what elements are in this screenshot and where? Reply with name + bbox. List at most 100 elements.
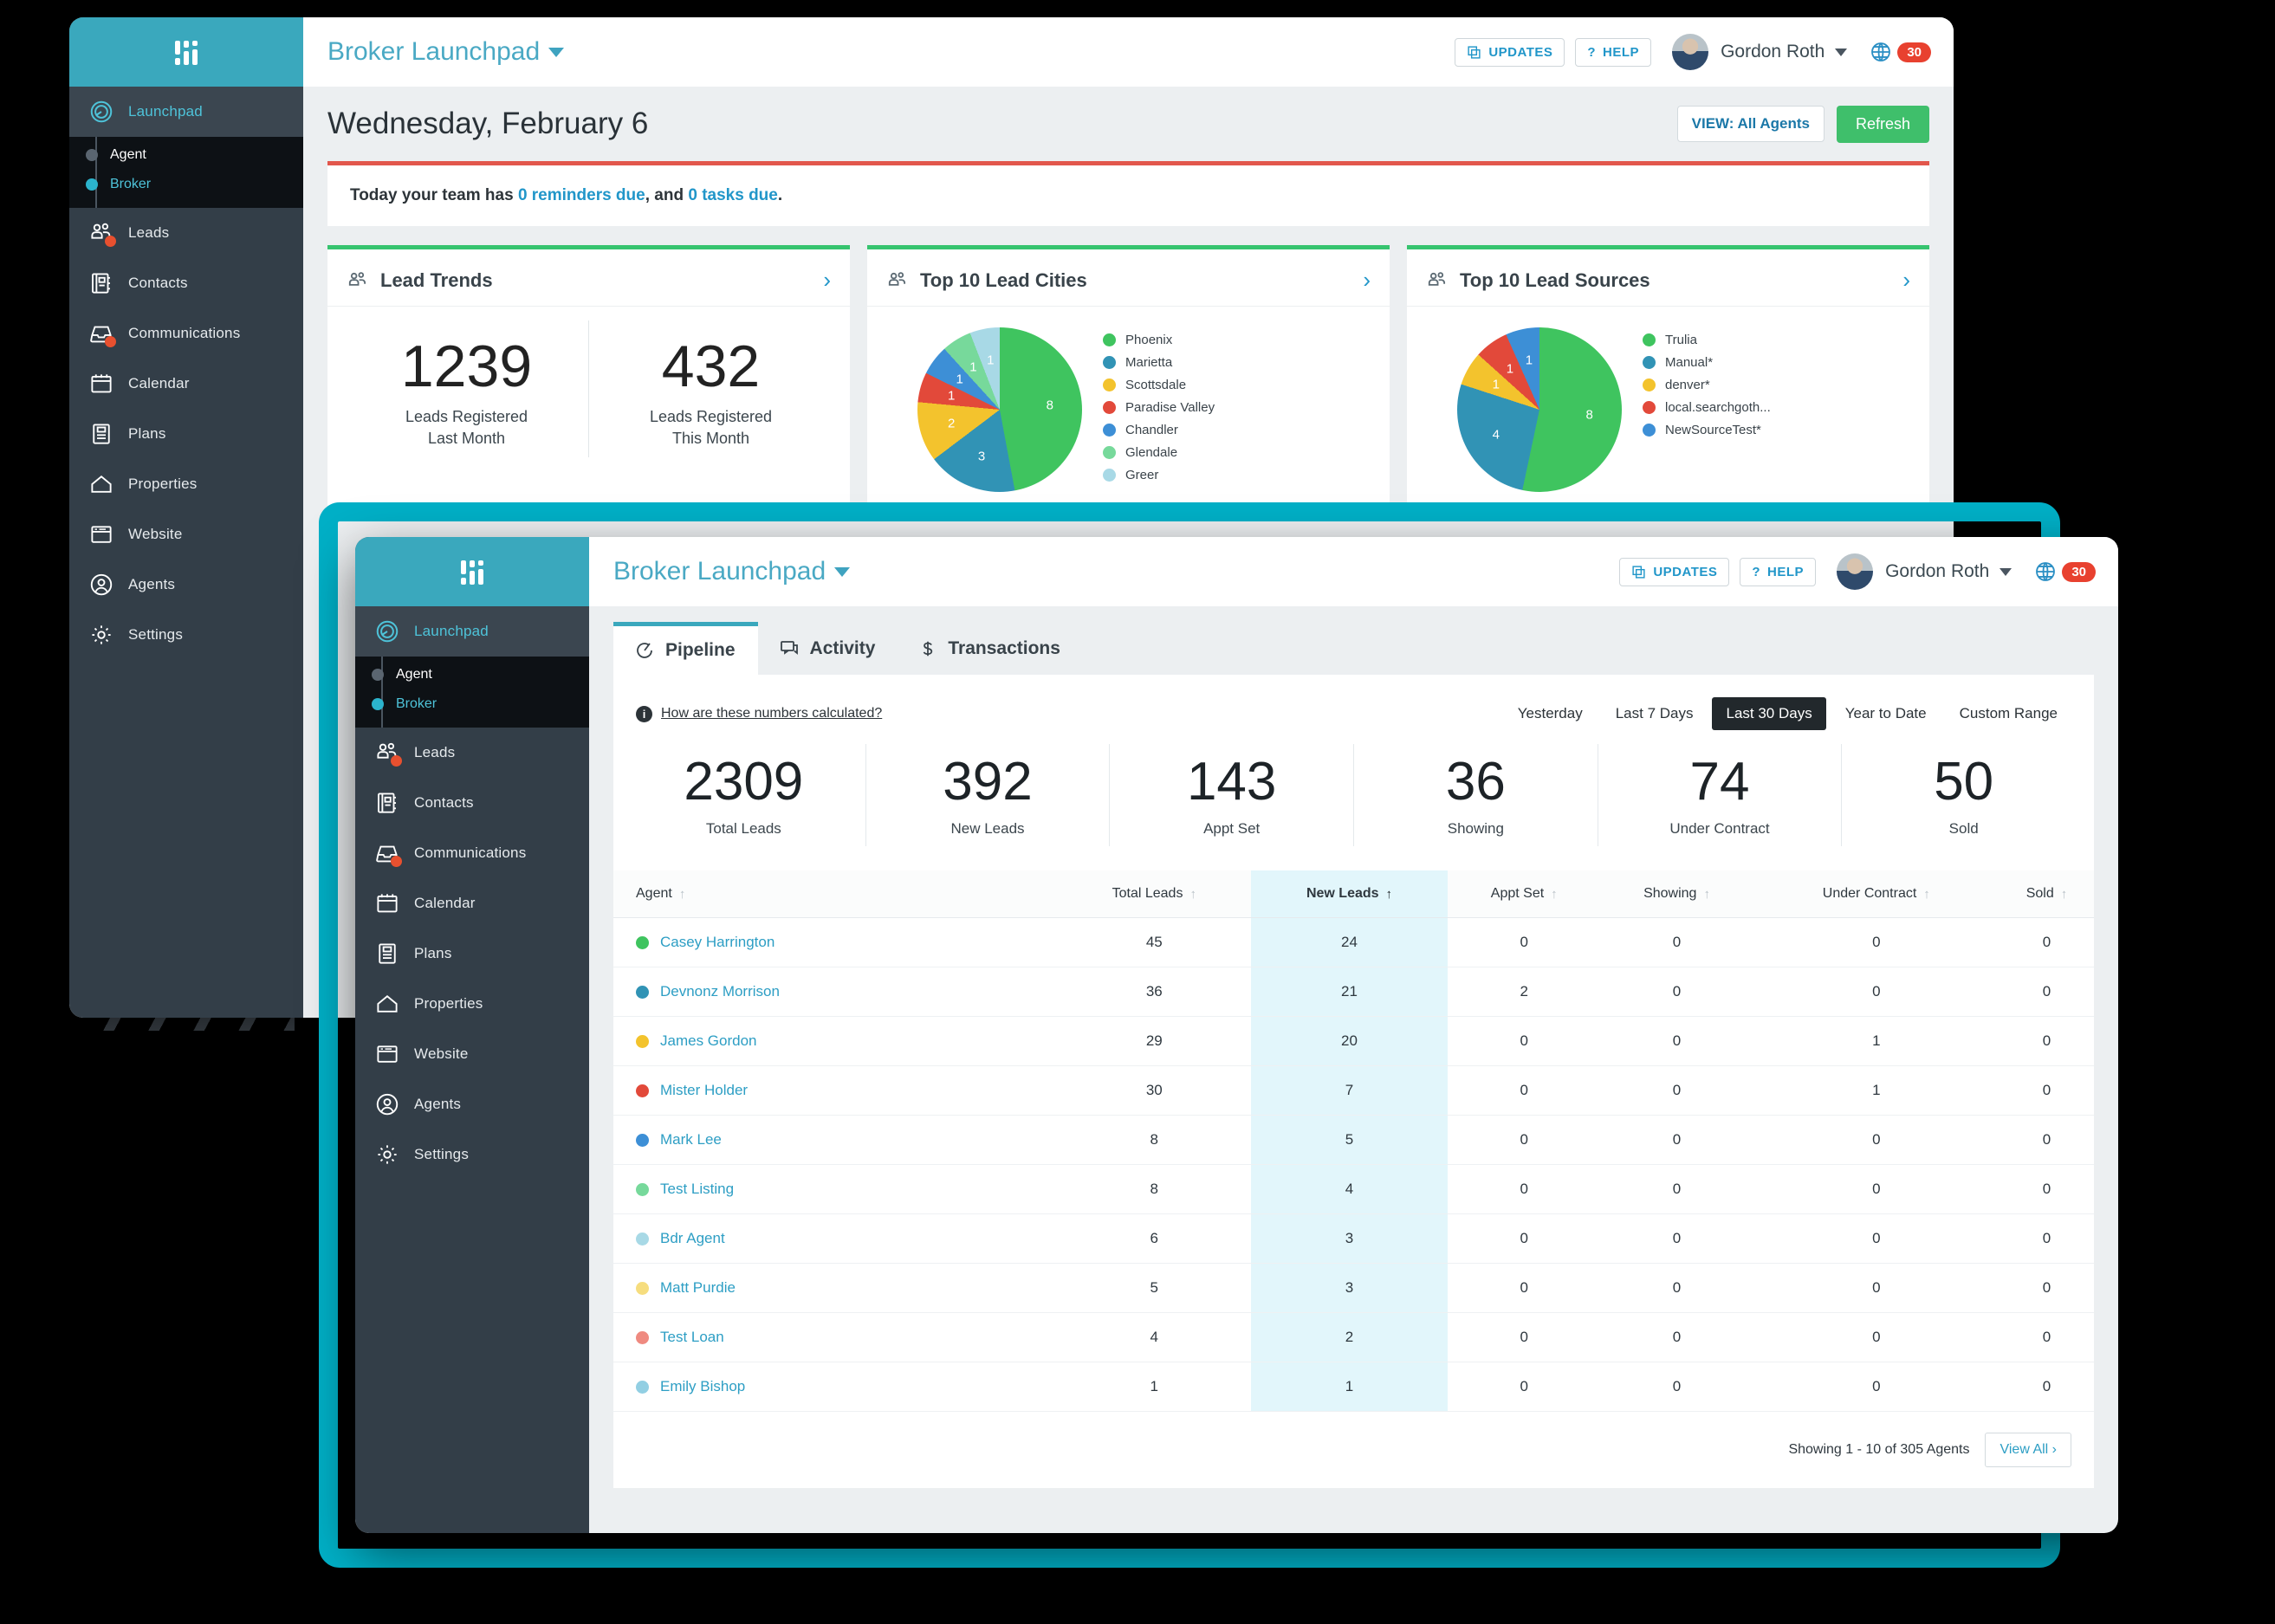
- view-all-button[interactable]: View All ›: [1985, 1433, 2071, 1468]
- agent-name-link[interactable]: Devnonz Morrison: [660, 983, 780, 1000]
- app-title[interactable]: Broker Launchpad: [327, 37, 540, 67]
- sidebar-item-settings[interactable]: Settings: [69, 610, 303, 660]
- sidebar-item-communications[interactable]: Communications: [355, 828, 589, 878]
- legend-item[interactable]: Manual*: [1643, 355, 1771, 370]
- legend-item[interactable]: Paradise Valley: [1103, 400, 1215, 415]
- legend-item[interactable]: NewSourceTest*: [1643, 423, 1771, 437]
- chevron-down-icon[interactable]: [548, 47, 565, 57]
- chevron-down-icon[interactable]: [1835, 48, 1848, 56]
- avatar[interactable]: [1837, 553, 1874, 590]
- updates-button[interactable]: UPDATES: [1619, 557, 1730, 586]
- column-header-sold[interactable]: Sold ↑: [1999, 870, 2094, 919]
- updates-button[interactable]: UPDATES: [1455, 37, 1565, 67]
- column-header-showing[interactable]: Showing ↑: [1600, 870, 1753, 919]
- sidebar-subitem-broker[interactable]: Broker: [69, 170, 303, 199]
- agent-name-link[interactable]: Test Listing: [660, 1181, 734, 1198]
- legend-item[interactable]: Phoenix: [1103, 333, 1215, 347]
- table-row[interactable]: James Gordon 29 20 0 0 1 0: [613, 1016, 2094, 1067]
- refresh-button[interactable]: Refresh: [1836, 105, 1929, 143]
- legend-item[interactable]: Greer: [1103, 468, 1215, 482]
- sidebar-subitem-agent[interactable]: Agent: [69, 140, 303, 170]
- agent-name-link[interactable]: Test Loan: [660, 1329, 724, 1346]
- sidebar-item-agents[interactable]: Agents: [69, 560, 303, 610]
- sidebar-item-contacts[interactable]: Contacts: [69, 258, 303, 308]
- legend-item[interactable]: Scottsdale: [1103, 378, 1215, 392]
- globe-icon[interactable]: [2034, 560, 2057, 583]
- table-row[interactable]: Devnonz Morrison 36 21 2 0 0 0: [613, 967, 2094, 1018]
- chevron-down-icon[interactable]: [2000, 567, 2012, 576]
- agent-name-link[interactable]: James Gordon: [660, 1032, 757, 1050]
- range-last-7-days[interactable]: Last 7 Days: [1602, 697, 1708, 730]
- app-title[interactable]: Broker Launchpad: [613, 557, 826, 586]
- column-header-total-leads[interactable]: Total Leads ↑: [1057, 870, 1251, 919]
- agent-name-link[interactable]: Mister Holder: [660, 1082, 748, 1099]
- agent-name-link[interactable]: Mark Lee: [660, 1131, 722, 1148]
- table-row[interactable]: Bdr Agent 6 3 0 0 0 0: [613, 1213, 2094, 1265]
- column-header-under-contract[interactable]: Under Contract ↑: [1753, 870, 2000, 919]
- table-row[interactable]: Test Loan 4 2 0 0 0 0: [613, 1312, 2094, 1363]
- sidebar-item-leads[interactable]: Leads: [355, 728, 589, 778]
- how-calculated-link[interactable]: i How are these numbers calculated?: [636, 705, 882, 722]
- sidebar-item-properties[interactable]: Properties: [355, 979, 589, 1029]
- range-custom[interactable]: Custom Range: [1946, 697, 2071, 730]
- avatar[interactable]: [1672, 34, 1709, 70]
- sidebar-item-properties[interactable]: Properties: [69, 459, 303, 509]
- column-header-new-leads[interactable]: New Leads ↑: [1250, 870, 1449, 919]
- globe-icon[interactable]: [1870, 41, 1892, 63]
- sidebar-item-plans[interactable]: Plans: [355, 928, 589, 979]
- reminders-due-link[interactable]: 0 reminders due: [518, 186, 645, 204]
- sidebar-item-website[interactable]: Website: [69, 509, 303, 560]
- legend-item[interactable]: local.searchgoth...: [1643, 400, 1771, 415]
- legend-item[interactable]: Trulia: [1643, 333, 1771, 347]
- sidebar-item-agents[interactable]: Agents: [355, 1079, 589, 1129]
- app-logo[interactable]: [69, 17, 303, 87]
- chevron-right-icon[interactable]: ›: [1363, 267, 1371, 294]
- app-logo[interactable]: [355, 537, 589, 606]
- sidebar-item-launchpad[interactable]: Launchpad: [355, 606, 589, 657]
- tab-transactions[interactable]: Transactions: [898, 622, 1083, 675]
- sidebar-item-plans[interactable]: Plans: [69, 409, 303, 459]
- sidebar-item-communications[interactable]: Communications: [69, 308, 303, 359]
- sidebar-subitem-agent[interactable]: Agent: [355, 660, 589, 689]
- range-year-to-date[interactable]: Year to Date: [1831, 697, 1941, 730]
- agent-name-link[interactable]: Matt Purdie: [660, 1279, 736, 1297]
- notification-count-badge[interactable]: 30: [2062, 561, 2096, 582]
- sidebar-item-leads[interactable]: Leads: [69, 208, 303, 258]
- chevron-right-icon[interactable]: ›: [1902, 267, 1910, 294]
- range-last-30-days[interactable]: Last 30 Days: [1712, 697, 1826, 730]
- table-row[interactable]: Casey Harrington 45 24 0 0 0 0: [613, 917, 2094, 968]
- legend-item[interactable]: Chandler: [1103, 423, 1215, 437]
- sidebar-item-settings[interactable]: Settings: [355, 1129, 589, 1180]
- user-name[interactable]: Gordon Roth: [1885, 561, 1989, 582]
- help-button[interactable]: ? HELP: [1575, 37, 1652, 67]
- help-button[interactable]: ? HELP: [1740, 557, 1817, 586]
- tasks-due-link[interactable]: 0 tasks due: [688, 186, 778, 204]
- sidebar-item-calendar[interactable]: Calendar: [355, 878, 589, 928]
- legend-item[interactable]: Glendale: [1103, 445, 1215, 460]
- table-row[interactable]: Emily Bishop 1 1 0 0 0 0: [613, 1362, 2094, 1413]
- agent-name-link[interactable]: Bdr Agent: [660, 1230, 725, 1247]
- chevron-down-icon[interactable]: [834, 566, 851, 577]
- range-yesterday[interactable]: Yesterday: [1504, 697, 1597, 730]
- sidebar-subitem-broker[interactable]: Broker: [355, 689, 589, 719]
- table-row[interactable]: Matt Purdie 5 3 0 0 0 0: [613, 1263, 2094, 1314]
- view-agents-dropdown[interactable]: VIEW: All Agents: [1676, 106, 1825, 142]
- notification-count-badge[interactable]: 30: [1897, 42, 1931, 62]
- sidebar-item-launchpad[interactable]: Launchpad: [69, 87, 303, 137]
- chevron-right-icon[interactable]: ›: [823, 267, 831, 294]
- column-header-agent[interactable]: Agent ↑: [613, 870, 1058, 919]
- tab-pipeline[interactable]: Pipeline: [613, 622, 758, 675]
- sidebar-item-contacts[interactable]: Contacts: [355, 778, 589, 828]
- agent-name-link[interactable]: Emily Bishop: [660, 1378, 745, 1395]
- column-header-appt-set[interactable]: Appt Set ↑: [1448, 870, 1601, 919]
- table-row[interactable]: Mister Holder 30 7 0 0 1 0: [613, 1065, 2094, 1116]
- sidebar-item-website[interactable]: Website: [355, 1029, 589, 1079]
- user-name[interactable]: Gordon Roth: [1721, 42, 1825, 62]
- tab-activity[interactable]: Activity: [758, 622, 898, 675]
- sidebar-item-calendar[interactable]: Calendar: [69, 359, 303, 409]
- table-row[interactable]: Mark Lee 8 5 0 0 0 0: [613, 1115, 2094, 1166]
- legend-item[interactable]: Marietta: [1103, 355, 1215, 370]
- agent-name-link[interactable]: Casey Harrington: [660, 934, 775, 951]
- table-row[interactable]: Test Listing 8 4 0 0 0 0: [613, 1164, 2094, 1215]
- legend-item[interactable]: denver*: [1643, 378, 1771, 392]
